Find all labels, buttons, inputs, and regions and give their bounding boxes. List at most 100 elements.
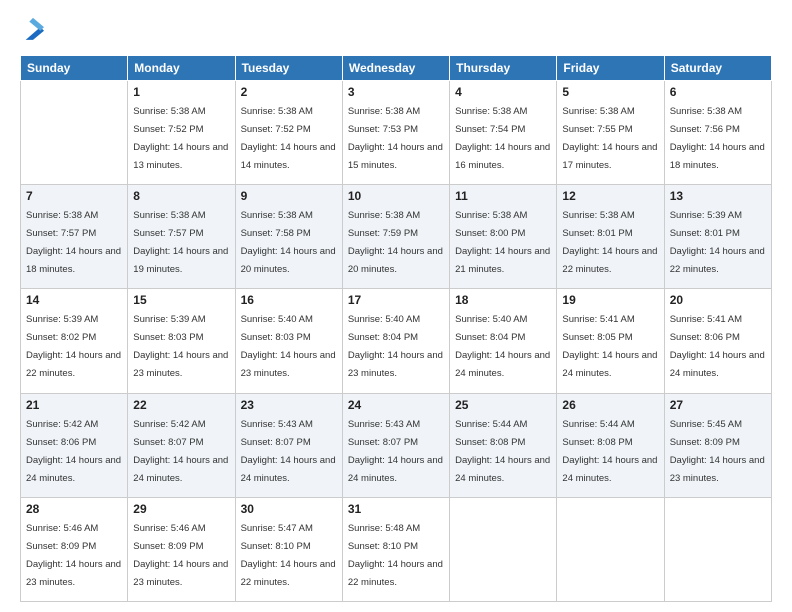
day-detail: Sunrise: 5:38 AMSunset: 7:58 PMDaylight:… [241, 210, 336, 275]
day-detail: Sunrise: 5:38 AMSunset: 7:56 PMDaylight:… [670, 106, 765, 171]
day-cell: 23 Sunrise: 5:43 AMSunset: 8:07 PMDaylig… [235, 393, 342, 497]
day-cell: 15 Sunrise: 5:39 AMSunset: 8:03 PMDaylig… [128, 289, 235, 393]
day-detail: Sunrise: 5:43 AMSunset: 8:07 PMDaylight:… [241, 419, 336, 484]
day-number: 27 [670, 398, 766, 412]
day-number: 17 [348, 293, 444, 307]
day-cell: 21 Sunrise: 5:42 AMSunset: 8:06 PMDaylig… [21, 393, 128, 497]
day-number: 20 [670, 293, 766, 307]
day-detail: Sunrise: 5:44 AMSunset: 8:08 PMDaylight:… [455, 419, 550, 484]
weekday-header-saturday: Saturday [664, 56, 771, 81]
page: SundayMondayTuesdayWednesdayThursdayFrid… [0, 0, 792, 612]
day-cell: 24 Sunrise: 5:43 AMSunset: 8:07 PMDaylig… [342, 393, 449, 497]
day-cell: 27 Sunrise: 5:45 AMSunset: 8:09 PMDaylig… [664, 393, 771, 497]
day-number: 5 [562, 85, 658, 99]
day-detail: Sunrise: 5:38 AMSunset: 7:55 PMDaylight:… [562, 106, 657, 171]
day-detail: Sunrise: 5:40 AMSunset: 8:04 PMDaylight:… [455, 314, 550, 379]
day-detail: Sunrise: 5:38 AMSunset: 7:52 PMDaylight:… [241, 106, 336, 171]
day-number: 12 [562, 189, 658, 203]
weekday-header-row: SundayMondayTuesdayWednesdayThursdayFrid… [21, 56, 772, 81]
day-detail: Sunrise: 5:40 AMSunset: 8:03 PMDaylight:… [241, 314, 336, 379]
week-row-0: 1 Sunrise: 5:38 AMSunset: 7:52 PMDayligh… [21, 81, 772, 185]
day-detail: Sunrise: 5:39 AMSunset: 8:01 PMDaylight:… [670, 210, 765, 275]
logo [20, 16, 44, 47]
day-cell: 25 Sunrise: 5:44 AMSunset: 8:08 PMDaylig… [450, 393, 557, 497]
calendar: SundayMondayTuesdayWednesdayThursdayFrid… [20, 55, 772, 602]
weekday-header-friday: Friday [557, 56, 664, 81]
day-detail: Sunrise: 5:41 AMSunset: 8:06 PMDaylight:… [670, 314, 765, 379]
day-cell: 8 Sunrise: 5:38 AMSunset: 7:57 PMDayligh… [128, 185, 235, 289]
day-number: 6 [670, 85, 766, 99]
weekday-header-sunday: Sunday [21, 56, 128, 81]
day-cell: 22 Sunrise: 5:42 AMSunset: 8:07 PMDaylig… [128, 393, 235, 497]
day-detail: Sunrise: 5:42 AMSunset: 8:07 PMDaylight:… [133, 419, 228, 484]
day-number: 19 [562, 293, 658, 307]
day-cell: 2 Sunrise: 5:38 AMSunset: 7:52 PMDayligh… [235, 81, 342, 185]
day-detail: Sunrise: 5:48 AMSunset: 8:10 PMDaylight:… [348, 523, 443, 588]
day-number: 15 [133, 293, 229, 307]
day-cell: 3 Sunrise: 5:38 AMSunset: 7:53 PMDayligh… [342, 81, 449, 185]
day-cell: 20 Sunrise: 5:41 AMSunset: 8:06 PMDaylig… [664, 289, 771, 393]
day-number: 9 [241, 189, 337, 203]
weekday-header-tuesday: Tuesday [235, 56, 342, 81]
day-number: 7 [26, 189, 122, 203]
day-cell: 14 Sunrise: 5:39 AMSunset: 8:02 PMDaylig… [21, 289, 128, 393]
day-cell: 12 Sunrise: 5:38 AMSunset: 8:01 PMDaylig… [557, 185, 664, 289]
day-number: 13 [670, 189, 766, 203]
day-cell: 26 Sunrise: 5:44 AMSunset: 8:08 PMDaylig… [557, 393, 664, 497]
day-detail: Sunrise: 5:43 AMSunset: 8:07 PMDaylight:… [348, 419, 443, 484]
day-number: 14 [26, 293, 122, 307]
day-cell: 6 Sunrise: 5:38 AMSunset: 7:56 PMDayligh… [664, 81, 771, 185]
day-number: 23 [241, 398, 337, 412]
day-cell: 11 Sunrise: 5:38 AMSunset: 8:00 PMDaylig… [450, 185, 557, 289]
day-detail: Sunrise: 5:46 AMSunset: 8:09 PMDaylight:… [26, 523, 121, 588]
weekday-header-wednesday: Wednesday [342, 56, 449, 81]
day-cell: 28 Sunrise: 5:46 AMSunset: 8:09 PMDaylig… [21, 497, 128, 601]
day-cell: 19 Sunrise: 5:41 AMSunset: 8:05 PMDaylig… [557, 289, 664, 393]
day-cell: 5 Sunrise: 5:38 AMSunset: 7:55 PMDayligh… [557, 81, 664, 185]
day-number: 1 [133, 85, 229, 99]
day-cell: 7 Sunrise: 5:38 AMSunset: 7:57 PMDayligh… [21, 185, 128, 289]
day-detail: Sunrise: 5:47 AMSunset: 8:10 PMDaylight:… [241, 523, 336, 588]
day-detail: Sunrise: 5:38 AMSunset: 7:53 PMDaylight:… [348, 106, 443, 171]
day-number: 2 [241, 85, 337, 99]
day-detail: Sunrise: 5:41 AMSunset: 8:05 PMDaylight:… [562, 314, 657, 379]
week-row-4: 28 Sunrise: 5:46 AMSunset: 8:09 PMDaylig… [21, 497, 772, 601]
day-cell [557, 497, 664, 601]
week-row-3: 21 Sunrise: 5:42 AMSunset: 8:06 PMDaylig… [21, 393, 772, 497]
day-cell: 9 Sunrise: 5:38 AMSunset: 7:58 PMDayligh… [235, 185, 342, 289]
day-cell: 10 Sunrise: 5:38 AMSunset: 7:59 PMDaylig… [342, 185, 449, 289]
day-cell: 16 Sunrise: 5:40 AMSunset: 8:03 PMDaylig… [235, 289, 342, 393]
day-number: 31 [348, 502, 444, 516]
day-number: 29 [133, 502, 229, 516]
day-cell [21, 81, 128, 185]
day-cell: 31 Sunrise: 5:48 AMSunset: 8:10 PMDaylig… [342, 497, 449, 601]
day-detail: Sunrise: 5:46 AMSunset: 8:09 PMDaylight:… [133, 523, 228, 588]
day-number: 16 [241, 293, 337, 307]
day-number: 21 [26, 398, 122, 412]
day-detail: Sunrise: 5:38 AMSunset: 7:54 PMDaylight:… [455, 106, 550, 171]
day-cell: 17 Sunrise: 5:40 AMSunset: 8:04 PMDaylig… [342, 289, 449, 393]
day-number: 11 [455, 189, 551, 203]
day-detail: Sunrise: 5:38 AMSunset: 7:57 PMDaylight:… [133, 210, 228, 275]
day-number: 3 [348, 85, 444, 99]
day-cell [664, 497, 771, 601]
day-detail: Sunrise: 5:38 AMSunset: 8:01 PMDaylight:… [562, 210, 657, 275]
day-cell [450, 497, 557, 601]
day-detail: Sunrise: 5:44 AMSunset: 8:08 PMDaylight:… [562, 419, 657, 484]
day-cell: 18 Sunrise: 5:40 AMSunset: 8:04 PMDaylig… [450, 289, 557, 393]
day-number: 4 [455, 85, 551, 99]
day-number: 25 [455, 398, 551, 412]
header [20, 16, 772, 47]
day-number: 26 [562, 398, 658, 412]
day-cell: 29 Sunrise: 5:46 AMSunset: 8:09 PMDaylig… [128, 497, 235, 601]
week-row-1: 7 Sunrise: 5:38 AMSunset: 7:57 PMDayligh… [21, 185, 772, 289]
day-number: 28 [26, 502, 122, 516]
day-detail: Sunrise: 5:45 AMSunset: 8:09 PMDaylight:… [670, 419, 765, 484]
logo-icon [22, 14, 44, 42]
weekday-header-thursday: Thursday [450, 56, 557, 81]
day-detail: Sunrise: 5:42 AMSunset: 8:06 PMDaylight:… [26, 419, 121, 484]
day-cell: 13 Sunrise: 5:39 AMSunset: 8:01 PMDaylig… [664, 185, 771, 289]
day-detail: Sunrise: 5:38 AMSunset: 7:59 PMDaylight:… [348, 210, 443, 275]
day-cell: 30 Sunrise: 5:47 AMSunset: 8:10 PMDaylig… [235, 497, 342, 601]
day-cell: 1 Sunrise: 5:38 AMSunset: 7:52 PMDayligh… [128, 81, 235, 185]
